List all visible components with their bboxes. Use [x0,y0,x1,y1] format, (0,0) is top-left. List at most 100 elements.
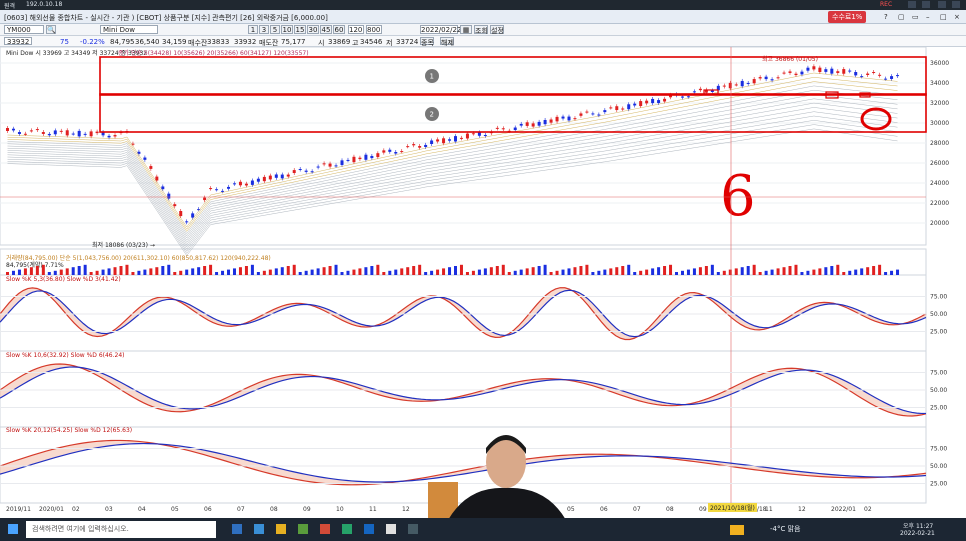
period-60[interactable]: 60 [333,25,345,34]
volume-bar [71,267,75,275]
x-axis-label: 08 [666,506,674,513]
volume-bar [782,267,786,275]
badge-button[interactable]: 수수료1% [828,11,867,23]
candle-body [364,154,368,160]
task-view-icon[interactable] [232,524,242,534]
release-button[interactable]: 해제 [440,37,454,47]
remote-close-icon[interactable] [952,1,960,8]
candle-body [872,72,876,74]
search-box[interactable]: 검색하려면 여기에 입력하십시오. [26,521,216,538]
refresh-button[interactable]: 조회 [474,25,488,35]
volume-bar [627,264,631,275]
volume-bar [418,264,422,275]
volume-bar [286,266,290,275]
x-axis-label: 11 [765,506,773,513]
candle-body [519,123,523,126]
stoch-tick-label: 25.00 [930,329,947,336]
app-icon-3[interactable] [364,524,374,534]
candle-body [615,106,619,111]
volume-bar [513,270,517,275]
volume-sub: 84,795(계약) 7.71% [6,262,64,269]
candle-body [29,130,33,132]
volume-bar [806,270,810,275]
volume-bar [818,268,822,275]
store-icon[interactable] [298,524,308,534]
moving-average-line [7,124,898,254]
x-axis-label: 06 [600,506,608,513]
volume-bar [519,269,523,275]
volume-bar [394,269,398,275]
period-30[interactable]: 30 [307,25,319,34]
remote-title: 192.0.10.18 [26,1,63,8]
open-value: 33869 [328,38,351,46]
candle-body [645,100,649,104]
period-15[interactable]: 15 [294,25,306,34]
x-axis-label: 05 [171,506,179,513]
app-icon-1[interactable] [320,524,330,534]
symbol-search-icon[interactable]: 🔍 [46,25,56,34]
candle-body [896,75,900,77]
candle-body [866,73,870,76]
candle-body [854,71,858,76]
x-axis-label: 02 [72,506,80,513]
window-minimize-icon[interactable]: – [926,13,930,21]
webcam-overlay [428,420,568,520]
volume-bar [663,266,667,275]
period-45[interactable]: 45 [320,25,332,34]
calendar-icon[interactable]: ▦ [460,25,472,34]
candle-body [890,76,894,79]
volume-bar [59,269,63,275]
candle-body [764,76,768,80]
candle-body [376,153,380,158]
symbol-input[interactable]: YM000 [4,25,44,34]
volume-bar [692,268,696,275]
explorer-icon[interactable] [276,524,286,534]
app-icon-5[interactable] [408,524,418,534]
price-panel [0,46,927,246]
window-maximize-icon[interactable]: □ [940,13,947,21]
candle-body [860,76,864,78]
item-button[interactable]: 종목 [420,37,434,47]
last-price: 33932 [4,37,32,46]
volume-bar [424,272,428,275]
volume-bar [161,266,165,275]
candle-body [370,155,374,159]
volume-bar [645,269,649,275]
candle-body [752,79,756,84]
period-week[interactable]: 3 [259,25,269,34]
period-10[interactable]: 10 [281,25,293,34]
candle-body [149,166,153,169]
edge-icon[interactable] [254,524,264,534]
settings-button[interactable]: 설정 [490,25,504,35]
date-input[interactable]: 2022/02/22 [420,25,461,34]
remote-gear-icon[interactable] [908,1,916,8]
count2-input[interactable]: 800 [366,25,382,34]
app-icon-2[interactable] [342,524,352,534]
period-month[interactable]: 5 [270,25,280,34]
volume-bar [686,269,690,275]
candle-body [322,163,326,165]
price-tick-label: 30000 [930,120,949,127]
window-pin-icon[interactable]: ▢ [898,13,905,21]
remote-settings-icon[interactable] [922,1,930,8]
candle-body [758,77,762,79]
x-axis-label: 10 [336,506,344,513]
window-close-icon[interactable]: × [954,13,960,21]
volume-bar [621,266,625,275]
count-input[interactable]: 120 [348,25,364,34]
candle-body [191,213,195,218]
app-icon-4[interactable] [386,524,396,534]
volume-bar [83,264,87,275]
window-restore-icon[interactable]: ▭ [912,13,919,21]
candle-body [430,140,434,145]
start-icon[interactable] [8,524,18,534]
volume-bar [131,272,135,275]
volume-bar [65,268,69,275]
volume-bar [436,269,440,275]
remote-minimize-icon[interactable] [938,1,946,8]
window-help-icon[interactable]: ? [884,13,888,21]
candle-body [734,84,738,86]
volume-bar [866,267,870,275]
volume-bar [388,270,392,275]
period-day[interactable]: 1 [248,25,258,34]
